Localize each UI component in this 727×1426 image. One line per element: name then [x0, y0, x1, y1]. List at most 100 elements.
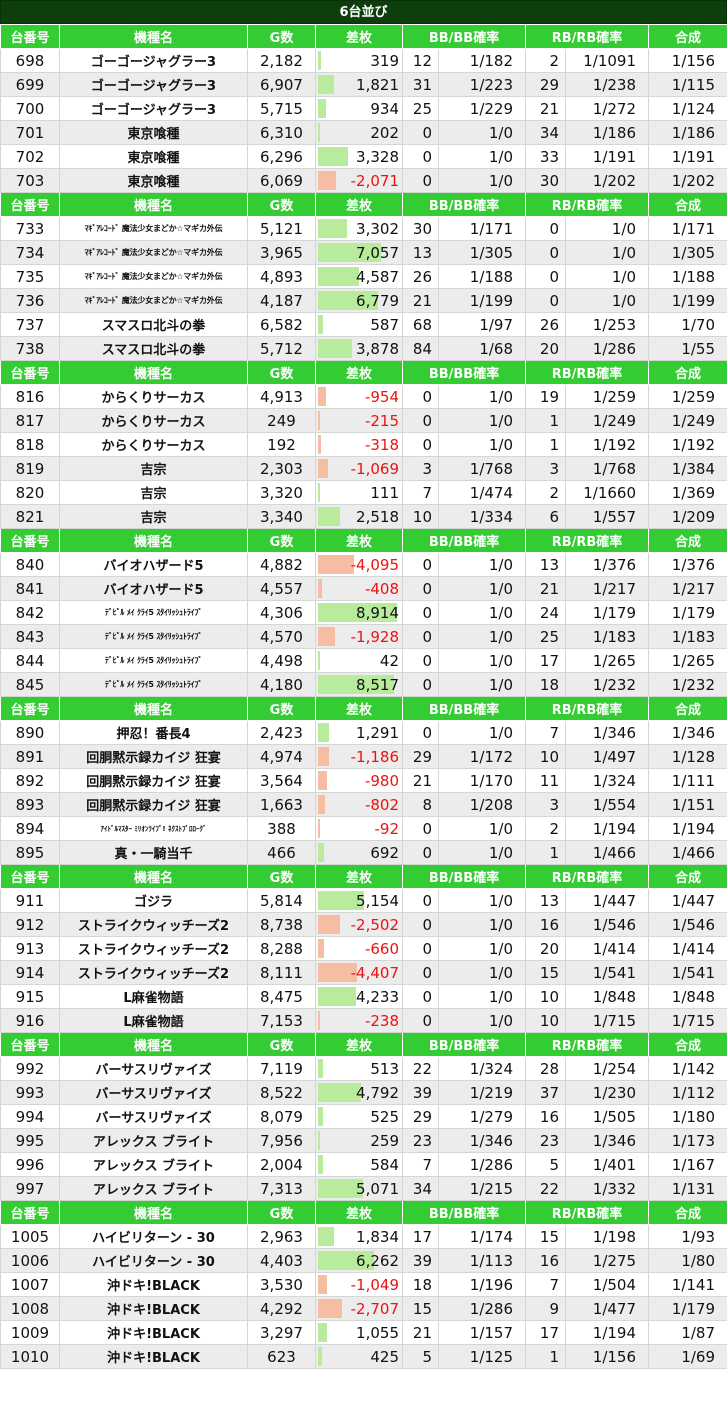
combined-probability: 1/70 — [648, 312, 727, 337]
table-row: 843 ﾃﾞﾋﾞﾙ ﾒｲ ｸﾗｲ5 ｽﾀｲﾘｯｼｭﾄﾗｲﾌﾞ 4,570 -1,928… — [0, 624, 727, 649]
bb-probability: 1/229 — [437, 96, 527, 121]
combined-probability: 1/167 — [648, 1152, 727, 1177]
machine-number: 698 — [0, 48, 60, 73]
header-kishu: 機種名 — [59, 1032, 248, 1057]
game-count: 5,121 — [247, 216, 316, 241]
bb-count: 25 — [402, 96, 439, 121]
table-row: 893 回胴黙示録カイジ 狂宴 1,663 -802 8 1/208 3 1/554 1/151 — [0, 792, 727, 817]
bb-probability: 1/0 — [437, 576, 527, 601]
diff-value: 934 — [370, 99, 399, 118]
diff-value: -2,071 — [350, 171, 399, 190]
combined-probability: 1/124 — [648, 96, 727, 121]
bb-probability: 1/0 — [437, 1008, 527, 1033]
rb-probability: 1/265 — [565, 648, 650, 673]
game-count: 2,182 — [247, 48, 316, 73]
machine-number: 1007 — [0, 1272, 60, 1297]
table-row: 818 からくりサーカス 192 -318 0 1/0 1 1/192 1/192 — [0, 432, 727, 457]
machine-name: 沖ドキ!BLACK — [59, 1344, 248, 1369]
bb-count: 15 — [402, 1296, 439, 1321]
rb-probability: 1/230 — [565, 1080, 650, 1105]
header-rb: RB/RB確率 — [525, 360, 650, 385]
header-rb: RB/RB確率 — [525, 192, 650, 217]
header-diff: 差枚 — [315, 864, 403, 889]
diff-value: -215 — [364, 411, 399, 430]
combined-probability: 1/179 — [648, 1296, 727, 1321]
rb-probability: 1/272 — [565, 96, 650, 121]
machine-number: 735 — [0, 264, 60, 289]
bb-probability: 1/0 — [437, 624, 527, 649]
header-row: 台番号 機種名 G数 差枚 BB/BB確率 RB/RB確率 合成 — [0, 1032, 727, 1057]
rb-probability: 1/477 — [565, 1296, 650, 1321]
bb-probability: 1/0 — [437, 384, 527, 409]
diff-cell: -1,049 — [315, 1272, 403, 1297]
bb-probability: 1/182 — [437, 48, 527, 73]
bb-probability: 1/170 — [437, 768, 527, 793]
rb-count: 1 — [525, 432, 567, 457]
rb-probability: 1/0 — [565, 288, 650, 313]
rb-count: 10 — [525, 1008, 567, 1033]
machine-number: 1005 — [0, 1224, 60, 1249]
combined-probability: 1/384 — [648, 456, 727, 481]
game-count: 3,297 — [247, 1320, 316, 1345]
machine-name: 沖ドキ!BLACK — [59, 1296, 248, 1321]
game-count: 2,303 — [247, 456, 316, 481]
combined-probability: 1/80 — [648, 1248, 727, 1273]
diff-cell: 7,057 — [315, 240, 403, 265]
diff-value: -954 — [364, 387, 399, 406]
machine-name: 東京喰種 — [59, 120, 248, 145]
rb-probability: 1/0 — [565, 264, 650, 289]
rb-count: 13 — [525, 552, 567, 577]
rb-probability: 1/194 — [565, 1320, 650, 1345]
combined-probability: 1/376 — [648, 552, 727, 577]
diff-bar — [318, 939, 324, 958]
diff-value: 6,262 — [356, 1251, 399, 1270]
combined-probability: 1/217 — [648, 576, 727, 601]
rb-count: 0 — [525, 216, 567, 241]
table-row: 994 バーサスリヴァイズ 8,079 525 29 1/279 16 1/505 1/180 — [0, 1104, 727, 1129]
machine-number: 842 — [0, 600, 60, 625]
header-g: G数 — [247, 528, 316, 553]
diff-value: -2,502 — [350, 915, 399, 934]
diff-bar — [318, 99, 326, 118]
diff-cell: 42 — [315, 648, 403, 673]
bb-count: 0 — [402, 936, 439, 961]
table-row: 894 ｱｲﾄﾞﾙﾏｽﾀｰ ﾐﾘｵﾝﾗｲﾌﾞ! ﾈｸｽﾄﾌﾟﾛﾛｰｸﾞ 388 -92… — [0, 816, 727, 841]
combined-probability: 1/128 — [648, 744, 727, 769]
table-row: 737 スマスロ北斗の拳 6,582 587 68 1/97 26 1/253 1/70 — [0, 312, 727, 337]
diff-bar — [318, 1107, 323, 1126]
rb-probability: 1/376 — [565, 552, 650, 577]
diff-bar — [318, 627, 335, 646]
combined-probability: 1/188 — [648, 264, 727, 289]
bb-count: 7 — [402, 1152, 439, 1177]
game-count: 5,715 — [247, 96, 316, 121]
combined-probability: 1/69 — [648, 1344, 727, 1369]
header-row: 台番号 機種名 G数 差枚 BB/BB確率 RB/RB確率 合成 — [0, 528, 727, 553]
diff-value: 259 — [370, 1131, 399, 1150]
table-row: 700 ゴーゴージャグラー3 5,715 934 25 1/229 21 1/272 1/124 — [0, 96, 727, 121]
header-bb: BB/BB確率 — [401, 696, 527, 721]
rb-count: 26 — [525, 312, 567, 337]
bb-count: 31 — [402, 72, 439, 97]
table-row: 845 ﾃﾞﾋﾞﾙ ﾒｲ ｸﾗｲ5 ｽﾀｲﾘｯｼｭﾄﾗｲﾌﾞ 4,180 8,517 0… — [0, 672, 727, 697]
game-count: 2,004 — [247, 1152, 316, 1177]
bb-probability: 1/174 — [437, 1224, 527, 1249]
rb-probability: 1/191 — [565, 144, 650, 169]
rb-probability: 1/414 — [565, 936, 650, 961]
machine-name: ﾃﾞﾋﾞﾙ ﾒｲ ｸﾗｲ5 ｽﾀｲﾘｯｼｭﾄﾗｲﾌﾞ — [59, 600, 248, 625]
bb-probability: 1/0 — [437, 984, 527, 1009]
machine-number: 703 — [0, 168, 60, 193]
diff-cell: 692 — [315, 840, 403, 865]
machine-number: 1008 — [0, 1296, 60, 1321]
header-g: G数 — [247, 360, 316, 385]
bb-count: 29 — [402, 1104, 439, 1129]
diff-value: 7,057 — [356, 243, 399, 262]
diff-cell: 4,233 — [315, 984, 403, 1009]
header-comb: 合成 — [648, 1200, 727, 1225]
table-row: 1009 沖ドキ!BLACK 3,297 1,055 21 1/157 17 1/194 1/8… — [0, 1320, 727, 1345]
rb-count: 29 — [525, 72, 567, 97]
combined-probability: 1/305 — [648, 240, 727, 265]
bb-probability: 1/0 — [437, 600, 527, 625]
bb-count: 0 — [402, 888, 439, 913]
diff-value: 1,834 — [356, 1227, 399, 1246]
combined-probability: 1/186 — [648, 120, 727, 145]
